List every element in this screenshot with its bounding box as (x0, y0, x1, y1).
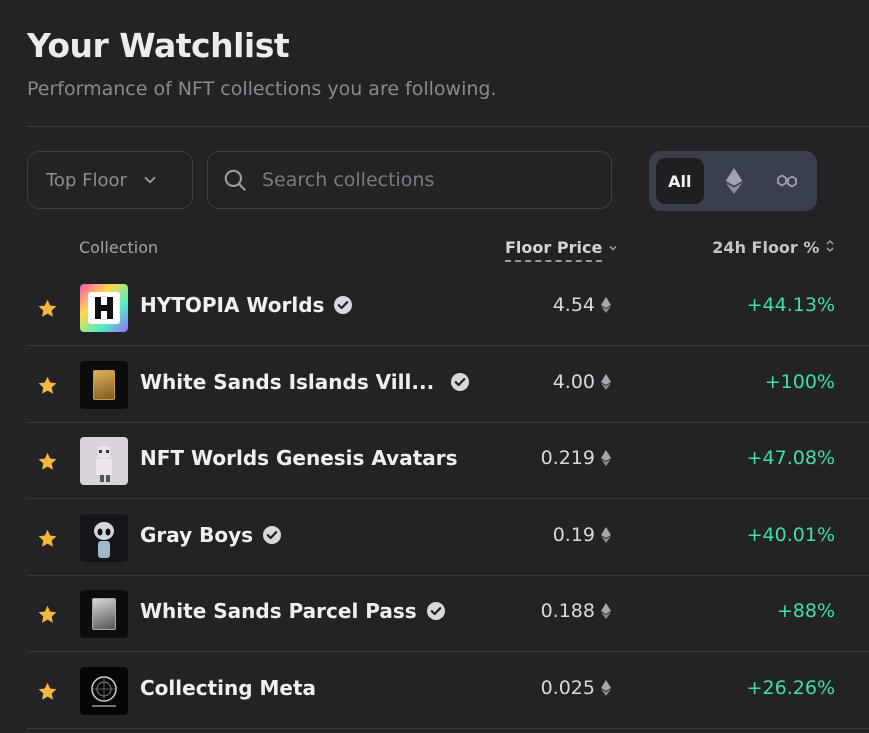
ethereum-icon (725, 168, 742, 194)
page-title: Your Watchlist (27, 26, 290, 65)
star-icon[interactable] (37, 375, 58, 396)
floor-price-label: Floor Price (505, 238, 603, 262)
floor-change: +47.08% (746, 447, 835, 469)
floor-change: +44.13% (746, 294, 835, 316)
floor-price-value: 4.00 (552, 371, 595, 393)
change-label: 24h Floor % (712, 238, 820, 257)
collection-name[interactable]: White Sands Islands Vill... (140, 370, 470, 394)
collection-name-text: NFT Worlds Genesis Avatars (140, 446, 458, 470)
collection-thumbnail (80, 590, 128, 638)
verified-badge-icon (334, 296, 353, 314)
collection-name-text: White Sands Parcel Pass (140, 599, 417, 623)
floor-price-value: 0.188 (540, 600, 595, 622)
row-divider (27, 498, 869, 499)
floor-change: +100% (764, 371, 835, 393)
chain-filter: All (649, 151, 817, 211)
column-header-24h-change[interactable]: 24h Floor % (712, 238, 835, 257)
chevron-down-icon (144, 176, 156, 184)
row-divider (27, 345, 869, 346)
table-row[interactable]: NFT Worlds Genesis Avatars 0.219 +47.08% (27, 423, 869, 499)
chevron-down-icon (609, 245, 617, 251)
sort-dropdown[interactable]: Top Floor (27, 151, 193, 209)
chain-polygon-button[interactable] (763, 158, 811, 204)
table-row[interactable]: White Sands Islands Vill... 4.00 +100% (27, 347, 869, 423)
star-icon[interactable] (37, 604, 58, 625)
floor-price-value: 0.025 (540, 677, 595, 699)
floor-price-value: 4.54 (552, 294, 595, 316)
collection-name-text: HYTOPIA Worlds (140, 293, 325, 317)
table-row[interactable]: HYTOPIA Worlds 4.54 +44.13% (27, 270, 869, 346)
ethereum-icon (601, 603, 611, 619)
chain-all-label: All (668, 171, 692, 191)
floor-price: 0.219 (541, 447, 611, 469)
floor-change: +40.01% (746, 524, 835, 546)
header-divider (27, 126, 869, 127)
collection-thumbnail (80, 667, 128, 715)
polygon-icon (777, 174, 798, 188)
sort-label: Top Floor (46, 169, 127, 191)
floor-change: +88% (776, 600, 835, 622)
collection-thumbnail (80, 361, 128, 409)
floor-price: 4.00 (553, 371, 611, 393)
column-header-floor-price[interactable]: Floor Price (505, 238, 618, 262)
collection-name[interactable]: NFT Worlds Genesis Avatars (140, 446, 458, 470)
search-box[interactable] (207, 151, 612, 209)
floor-change: +26.26% (746, 677, 835, 699)
star-icon[interactable] (37, 451, 58, 472)
collection-name-text: White Sands Islands Vill... (140, 370, 435, 394)
ethereum-icon (601, 450, 611, 466)
floor-price: 0.025 (541, 677, 611, 699)
collection-name[interactable]: HYTOPIA Worlds (140, 293, 353, 317)
collection-name[interactable]: Collecting Meta (140, 676, 316, 700)
search-input[interactable] (260, 168, 584, 192)
chain-ethereum-button[interactable] (710, 158, 758, 204)
ethereum-icon (601, 527, 611, 543)
ethereum-icon (601, 680, 611, 696)
collection-name-text: Gray Boys (140, 523, 254, 547)
sort-arrows-icon (826, 239, 834, 253)
table-row[interactable]: Collecting Meta 0.025 +26.26% (27, 653, 869, 729)
collection-thumbnail (80, 514, 128, 562)
floor-price: 4.54 (553, 294, 611, 316)
row-divider (27, 728, 869, 729)
floor-price-value: 0.19 (552, 524, 595, 546)
chain-all-button[interactable]: All (656, 158, 704, 204)
verified-badge-icon (451, 373, 470, 391)
column-header-collection: Collection (79, 238, 159, 257)
floor-price: 0.19 (553, 524, 611, 546)
star-icon[interactable] (37, 528, 58, 549)
table-row[interactable]: White Sands Parcel Pass 0.188 +88% (27, 576, 869, 652)
floor-price-value: 0.219 (540, 447, 595, 469)
ethereum-icon (601, 374, 611, 390)
collection-name[interactable]: White Sands Parcel Pass (140, 599, 446, 623)
verified-badge-icon (426, 602, 445, 620)
star-icon[interactable] (37, 298, 58, 319)
ethereum-icon (601, 297, 611, 313)
star-icon[interactable] (37, 681, 58, 702)
collection-name-text: Collecting Meta (140, 676, 317, 700)
verified-badge-icon (263, 526, 282, 544)
table-row[interactable]: Gray Boys 0.19 +40.01% (27, 500, 869, 576)
row-divider (27, 651, 869, 652)
collection-thumbnail (80, 284, 128, 332)
collection-name[interactable]: Gray Boys (140, 523, 282, 547)
floor-price: 0.188 (541, 600, 611, 622)
collection-thumbnail (80, 437, 128, 485)
search-icon (224, 169, 246, 191)
page-subtitle: Performance of NFT collections you are f… (27, 78, 497, 100)
